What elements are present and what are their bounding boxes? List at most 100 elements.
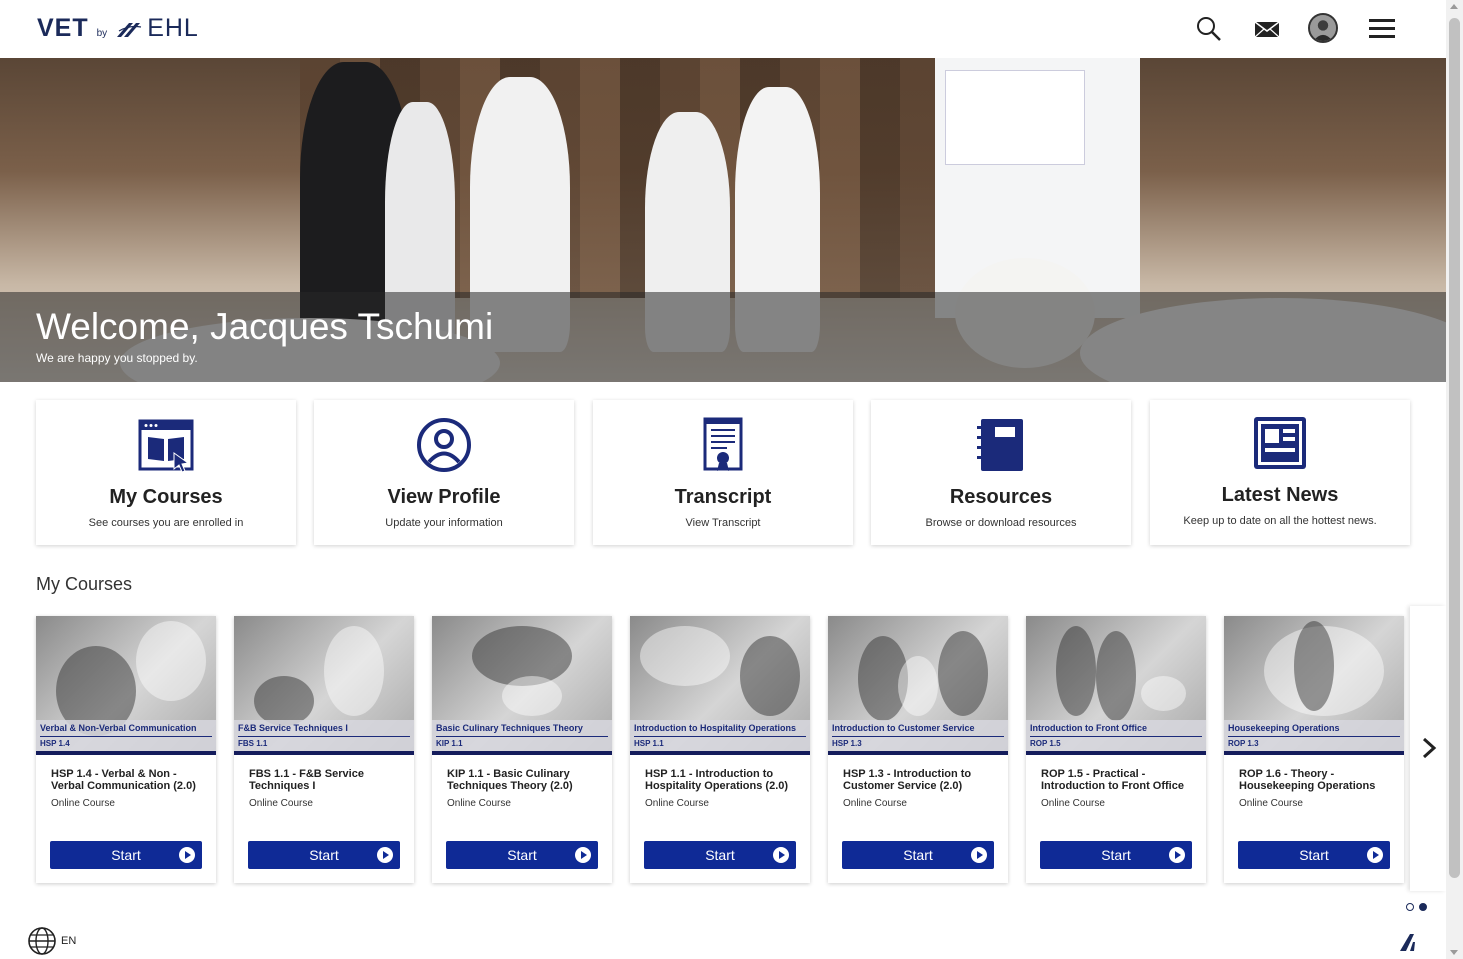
course-title[interactable]: ROP 1.6 - Theory - Housekeeping Operatio…: [1239, 768, 1397, 792]
carousel-dot-active[interactable]: [1419, 903, 1427, 911]
course-band-title: Basic Culinary Techniques Theory: [436, 723, 583, 733]
logo-vet-text: VET: [37, 14, 89, 42]
course-card[interactable]: Introduction to Front Office ROP 1.5 ROP…: [1026, 616, 1206, 883]
quick-links: My Courses See courses you are enrolled …: [36, 400, 1412, 545]
course-image-band: Introduction to Front Office ROP 1.5: [1026, 720, 1206, 751]
tile-subtitle: Update your information: [385, 517, 503, 529]
course-image: Introduction to Customer Service HSP 1.3: [828, 616, 1008, 751]
start-course-button[interactable]: Start: [1040, 841, 1192, 869]
tile-latest-news[interactable]: Latest News Keep up to date on all the h…: [1150, 400, 1410, 545]
course-band-title: Housekeeping Operations: [1228, 723, 1340, 733]
welcome-subtitle: We are happy you stopped by.: [36, 351, 198, 365]
tile-transcript[interactable]: Transcript View Transcript: [593, 400, 853, 545]
language-code: EN: [61, 935, 77, 947]
tile-view-profile[interactable]: View Profile Update your information: [314, 400, 574, 545]
course-title[interactable]: HSP 1.4 - Verbal & Non - Verbal Communic…: [51, 768, 209, 792]
ehl-mark-icon: [117, 22, 142, 37]
course-band-code: ROP 1.5: [1030, 739, 1061, 748]
course-type: Online Course: [645, 798, 709, 809]
play-circle-icon: [773, 847, 789, 863]
logo-ehl-text: EHL: [147, 14, 199, 42]
search-icon[interactable]: [1194, 14, 1224, 44]
start-course-button[interactable]: Start: [644, 841, 796, 869]
course-image-band: Introduction to Hospitality Operations H…: [630, 720, 810, 751]
course-type: Online Course: [1041, 798, 1105, 809]
course-card[interactable]: Basic Culinary Techniques Theory KIP 1.1…: [432, 616, 612, 883]
vertical-scrollbar[interactable]: [1446, 0, 1463, 959]
carousel-next-button[interactable]: [1410, 606, 1446, 891]
start-course-button[interactable]: Start: [446, 841, 598, 869]
start-course-button[interactable]: Start: [1238, 841, 1390, 869]
scroll-up-arrow-icon[interactable]: [1450, 4, 1458, 9]
vet-by-ehl-logo[interactable]: VET by EHL: [37, 14, 199, 43]
course-band-title: Introduction to Front Office: [1030, 723, 1147, 733]
play-circle-icon: [575, 847, 591, 863]
course-image-band: Basic Culinary Techniques Theory KIP 1.1: [432, 720, 612, 751]
course-image: F&B Service Techniques I FBS 1.1: [234, 616, 414, 751]
logo-by-text: by: [96, 28, 108, 39]
carousel-pagination: [1406, 903, 1427, 911]
start-course-button[interactable]: Start: [248, 841, 400, 869]
newspaper-icon: [1254, 417, 1306, 469]
course-image: Verbal & Non-Verbal Communication HSP 1.…: [36, 616, 216, 751]
language-selector[interactable]: EN: [27, 926, 76, 956]
course-band-code: HSP 1.1: [634, 739, 664, 748]
mail-icon[interactable]: [1252, 14, 1282, 44]
course-title[interactable]: HSP 1.3 - Introduction to Customer Servi…: [843, 768, 1001, 792]
course-title[interactable]: ROP 1.5 - Practical - Introduction to Fr…: [1041, 768, 1199, 792]
scroll-down-arrow-icon[interactable]: [1450, 950, 1458, 955]
tile-my-courses[interactable]: My Courses See courses you are enrolled …: [36, 400, 296, 545]
tile-title: My Courses: [109, 486, 223, 508]
tile-subtitle: Keep up to date on all the hottest news.: [1183, 515, 1377, 527]
play-circle-icon: [1169, 847, 1185, 863]
course-card[interactable]: Verbal & Non-Verbal Communication HSP 1.…: [36, 616, 216, 883]
welcome-heading: Welcome, Jacques Tschumi: [36, 306, 494, 347]
course-card[interactable]: F&B Service Techniques I FBS 1.1 FBS 1.1…: [234, 616, 414, 883]
user-avatar[interactable]: [1308, 13, 1338, 43]
play-circle-icon: [179, 847, 195, 863]
course-type: Online Course: [843, 798, 907, 809]
course-card[interactable]: Introduction to Hospitality Operations H…: [630, 616, 810, 883]
course-band-code: ROP 1.3: [1228, 739, 1259, 748]
course-image-band: Introduction to Customer Service HSP 1.3: [828, 720, 1008, 751]
start-course-button[interactable]: Start: [50, 841, 202, 869]
scrollbar-thumb[interactable]: [1449, 18, 1460, 878]
course-band-code: HSP 1.3: [832, 739, 862, 748]
course-type: Online Course: [249, 798, 313, 809]
certificate-icon: [703, 417, 743, 471]
course-band-title: Introduction to Customer Service: [832, 723, 975, 733]
course-band-code: FBS 1.1: [238, 739, 268, 748]
course-band-code: KIP 1.1: [436, 739, 463, 748]
course-band-title: Introduction to Hospitality Operations: [634, 723, 796, 733]
globe-icon: [28, 927, 56, 955]
carousel-dot[interactable]: [1406, 903, 1414, 911]
course-title[interactable]: HSP 1.1 - Introduction to Hospitality Op…: [645, 768, 803, 792]
course-image-band: Verbal & Non-Verbal Communication HSP 1.…: [36, 720, 216, 751]
chevron-right-icon: [1422, 737, 1437, 759]
user-profile-icon: [417, 418, 471, 472]
course-book-icon: [138, 419, 194, 473]
start-course-button[interactable]: Start: [842, 841, 994, 869]
course-band-title: Verbal & Non-Verbal Communication: [40, 723, 197, 733]
course-image: Housekeeping Operations ROP 1.3: [1224, 616, 1404, 751]
course-title[interactable]: KIP 1.1 - Basic Culinary Techniques Theo…: [447, 768, 605, 792]
play-circle-icon: [971, 847, 987, 863]
course-band-code: HSP 1.4: [40, 739, 70, 748]
tile-subtitle: See courses you are enrolled in: [88, 517, 244, 529]
course-type: Online Course: [447, 798, 511, 809]
tile-title: View Profile: [387, 486, 501, 508]
page: VET by EHL Welcome, Jacques Tschumi We a…: [0, 0, 1463, 959]
tile-subtitle: View Transcript: [685, 517, 761, 529]
course-type: Online Course: [1239, 798, 1303, 809]
avatar-photo-icon: [1310, 15, 1336, 41]
course-card[interactable]: Housekeeping Operations ROP 1.3 ROP 1.6 …: [1224, 616, 1404, 883]
course-card[interactable]: Introduction to Customer Service HSP 1.3…: [828, 616, 1008, 883]
tile-resources[interactable]: Resources Browse or download resources: [871, 400, 1131, 545]
top-header: VET by EHL: [0, 0, 1446, 58]
hero-banner: Welcome, Jacques Tschumi We are happy yo…: [0, 58, 1446, 382]
hamburger-menu-icon[interactable]: [1367, 14, 1397, 44]
course-band-title: F&B Service Techniques I: [238, 723, 348, 733]
course-image: Introduction to Hospitality Operations H…: [630, 616, 810, 751]
tile-title: Transcript: [674, 486, 772, 508]
course-title[interactable]: FBS 1.1 - F&B Service Techniques I: [249, 768, 407, 792]
